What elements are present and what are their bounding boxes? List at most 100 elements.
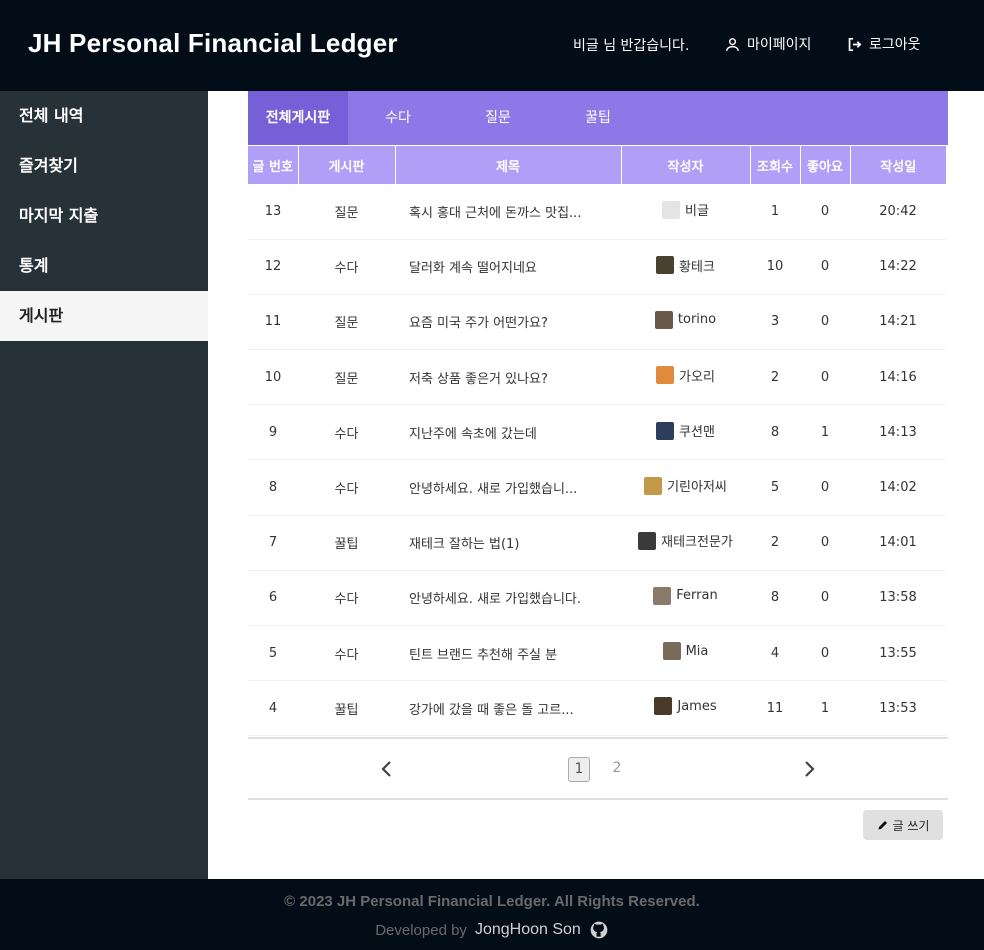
post-number: 11 [248, 294, 298, 351]
avatar [654, 310, 673, 329]
author-name: 가오리 [679, 369, 715, 385]
tab-tips[interactable]: 꿀팁 [548, 91, 648, 145]
post-number: 6 [248, 570, 298, 627]
table-row[interactable]: 12 수다 달러화 계속 떨어지네요 황테크 10 0 14:22 [248, 239, 946, 295]
post-number: 4 [248, 680, 298, 737]
post-board: 꿀팁 [298, 515, 395, 571]
post-date: 14:16 [850, 349, 946, 406]
post-title[interactable]: 틴트 브랜드 추천해 주실 분 [395, 625, 621, 682]
table-row[interactable]: 11 질문 요즘 미국 주가 어떤가요? torino 3 0 14:21 [248, 294, 946, 351]
page-button-1[interactable]: 1 [568, 757, 590, 782]
author-name: Mia [685, 643, 709, 659]
avatar [653, 586, 672, 605]
post-title[interactable]: 지난주에 속초에 갔는데 [395, 404, 621, 461]
logout-button[interactable]: 로그아웃 [846, 34, 921, 54]
post-views: 11 [750, 680, 800, 737]
post-author: Ferran [621, 570, 750, 627]
post-title[interactable]: 혹시 홍대 근처에 돈까스 맛집... [395, 184, 621, 240]
developer-name[interactable]: JongHoon Son [475, 921, 581, 939]
author-name: 재테크전문가 [661, 535, 733, 551]
github-icon[interactable] [589, 920, 609, 940]
tab-chat[interactable]: 수다 [348, 91, 448, 145]
author-name: 기린아저씨 [667, 480, 727, 496]
pencil-icon [878, 821, 887, 830]
sidebar-item-favorites[interactable]: 즐겨찾기 [0, 141, 208, 191]
avatar [656, 421, 675, 440]
table-header-row: 글 번호 게시판 제목 작성자 조회수 좋아요 작성일 [248, 146, 946, 184]
table-row[interactable]: 13 질문 혹시 홍대 근처에 돈까스 맛집... 비글 1 0 20:42 [248, 184, 946, 240]
column-header: 글 번호 [248, 146, 298, 184]
post-likes: 1 [800, 680, 850, 737]
table-row[interactable]: 7 꿀팁 재테크 잘하는 법(1) 재테크전문가 2 0 14:01 [248, 515, 946, 571]
mypage-button[interactable]: 마이페이지 [724, 34, 811, 54]
post-title[interactable]: 저축 상품 좋은거 있나요? [395, 349, 621, 406]
sidebar-item-statistics[interactable]: 통계 [0, 241, 208, 291]
table-row[interactable]: 5 수다 틴트 브랜드 추천해 주실 분 Mia 4 0 13:55 [248, 625, 946, 682]
column-header: 작성일 [849, 146, 946, 184]
author-info: 기린아저씨 [644, 476, 727, 495]
post-board: 꿀팁 [298, 680, 395, 737]
post-title[interactable]: 강가에 갔을 때 좋은 돌 고르... [395, 680, 621, 737]
post-board: 수다 [298, 404, 395, 461]
developer-credit: Developed by JongHoon Son [0, 920, 984, 940]
tab-all-boards[interactable]: 전체게시판 [248, 91, 348, 145]
chevron-right-icon[interactable] [797, 757, 821, 781]
post-author: 쿠션맨 [621, 404, 750, 461]
post-board: 수다 [298, 625, 395, 682]
chevron-left-icon[interactable] [375, 757, 399, 781]
post-author: Mia [621, 625, 750, 682]
post-title[interactable]: 요즘 미국 주가 어떤가요? [395, 294, 621, 351]
table-row[interactable]: 8 수다 안녕하세요. 새로 가입했습니... 기린아저씨 5 0 14:02 [248, 459, 946, 516]
post-number: 13 [248, 184, 298, 240]
table-row[interactable]: 10 질문 저축 상품 좋은거 있나요? 가오리 2 0 14:16 [248, 349, 946, 406]
post-date: 13:53 [850, 680, 946, 737]
column-header: 좋아요 [799, 146, 850, 184]
post-likes: 0 [800, 239, 850, 295]
post-views: 3 [750, 294, 800, 351]
author-name: 쿠션맨 [679, 425, 715, 441]
avatar [644, 476, 663, 495]
post-likes: 0 [800, 294, 850, 351]
post-board: 수다 [298, 239, 395, 295]
post-board: 질문 [298, 294, 395, 351]
developed-by-label: Developed by [375, 921, 467, 939]
post-likes: 0 [800, 515, 850, 571]
post-likes: 1 [800, 404, 850, 461]
post-board: 질문 [298, 184, 395, 240]
author-info: 비글 [662, 200, 709, 219]
table-row[interactable]: 4 꿀팁 강가에 갔을 때 좋은 돌 고르... James 11 1 13:53 [248, 680, 946, 737]
post-title[interactable]: 안녕하세요. 새로 가입했습니다. [395, 570, 621, 627]
tab-question[interactable]: 질문 [448, 91, 548, 145]
brand-title[interactable]: JH Personal Financial Ledger [28, 28, 398, 59]
post-number: 5 [248, 625, 298, 682]
post-author: 가오리 [621, 349, 750, 406]
table-row[interactable]: 6 수다 안녕하세요. 새로 가입했습니다. Ferran 8 0 13:58 [248, 570, 946, 627]
author-info: Ferran [653, 586, 718, 605]
page-button-2[interactable]: 2 [606, 757, 628, 782]
column-header: 제목 [394, 146, 621, 184]
post-title[interactable]: 달러화 계속 떨어지네요 [395, 239, 621, 295]
post-likes: 0 [800, 625, 850, 682]
table-row[interactable]: 9 수다 지난주에 속초에 갔는데 쿠션맨 8 1 14:13 [248, 404, 946, 461]
board-tabs: 전체게시판 수다 질문 꿀팁 [248, 91, 948, 145]
author-info: 재테크전문가 [638, 531, 733, 550]
post-number: 7 [248, 515, 298, 571]
sidebar-item-all-records[interactable]: 전체 내역 [0, 91, 208, 141]
post-date: 14:21 [850, 294, 946, 351]
sidebar-item-last-expense[interactable]: 마지막 지출 [0, 191, 208, 241]
user-icon [726, 37, 739, 51]
author-info: Mia [662, 642, 709, 661]
post-date: 20:42 [850, 184, 946, 240]
post-number: 10 [248, 349, 298, 406]
post-number: 9 [248, 404, 298, 461]
post-date: 14:01 [850, 515, 946, 571]
post-author: 기린아저씨 [621, 459, 750, 516]
post-views: 10 [750, 239, 800, 295]
post-likes: 0 [800, 184, 850, 240]
column-header: 조회수 [749, 146, 800, 184]
post-title[interactable]: 안녕하세요. 새로 가입했습니... [395, 459, 621, 516]
post-title[interactable]: 재테크 잘하는 법(1) [395, 515, 621, 571]
pagination-bottom-divider [248, 798, 948, 800]
sidebar-item-board[interactable]: 게시판 [0, 291, 208, 341]
write-post-button[interactable]: 글 쓰기 [863, 810, 943, 840]
